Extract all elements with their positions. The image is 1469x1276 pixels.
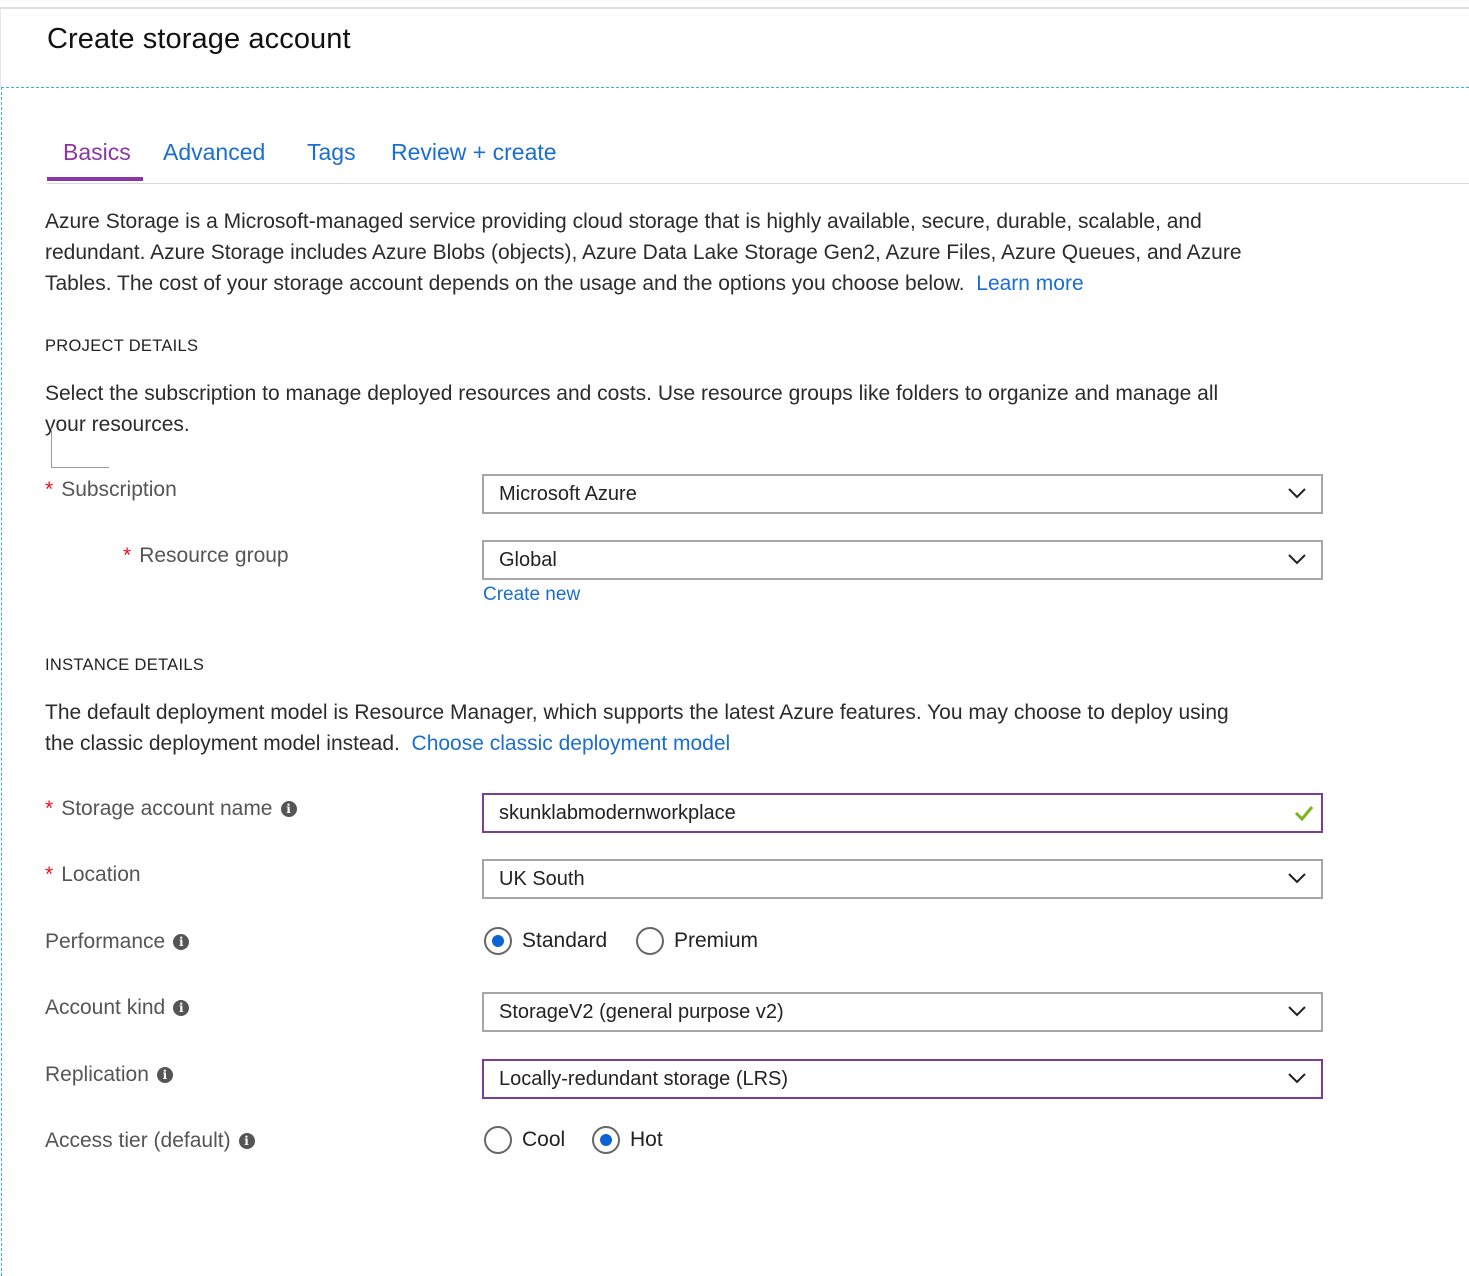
location-label: * Location [45, 863, 141, 887]
storage-account-name-input[interactable]: skunklabmodernworkplace [482, 793, 1323, 833]
info-icon[interactable]: i [280, 801, 297, 818]
blade-header: Create storage account [0, 9, 1469, 87]
instance-desc-line-1: The default deployment model is Resource… [45, 701, 1229, 724]
radio-checked-icon [592, 1126, 620, 1154]
radio-label: Standard [522, 929, 608, 952]
replication-value: Locally-redundant storage (LRS) [499, 1068, 789, 1090]
chevron-down-icon [1288, 873, 1306, 884]
info-icon[interactable]: i [173, 934, 190, 951]
radio-unchecked-icon [636, 927, 664, 955]
access-tier-hot-radio[interactable]: Hot [592, 1126, 663, 1154]
performance-premium-radio[interactable]: Premium [636, 927, 758, 955]
resource-group-label: * Resource group [123, 544, 289, 568]
subscription-label: * Subscription [45, 478, 177, 502]
resource-group-value: Global [499, 549, 557, 571]
intro-paragraph: Azure Storage is a Microsoft-managed ser… [45, 206, 1242, 299]
performance-label-text: Performance [45, 930, 166, 953]
subscription-label-text: Subscription [61, 478, 177, 501]
page-title: Create storage account [47, 23, 351, 55]
project-details-description: Select the subscription to manage deploy… [45, 378, 1218, 440]
create-new-resource-group-link[interactable]: Create new [483, 584, 580, 606]
checkmark-icon [1294, 806, 1314, 822]
tab-review-create[interactable]: Review + create [391, 139, 557, 176]
location-value: UK South [499, 868, 585, 890]
instance-desc-line-2-wrap: the classic deployment model instead. Ch… [45, 728, 1229, 759]
project-desc-line-2: your resources. [45, 413, 190, 436]
instance-details-description: The default deployment model is Resource… [45, 697, 1229, 759]
replication-label-text: Replication [45, 1063, 149, 1086]
project-details-heading: PROJECT DETAILS [45, 337, 199, 355]
performance-standard-radio[interactable]: Standard [484, 927, 607, 955]
tab-bar: Basics Advanced Tags Review + create [47, 139, 1469, 184]
radio-unchecked-icon [484, 1126, 512, 1154]
radio-label: Cool [522, 1128, 566, 1151]
instance-desc-line-2: the classic deployment model instead. [45, 732, 400, 755]
location-dropdown[interactable]: UK South [482, 859, 1323, 899]
resource-group-dropdown[interactable]: Global [482, 540, 1323, 580]
info-icon[interactable]: i [173, 1000, 190, 1017]
storage-account-name-value: skunklabmodernworkplace [499, 802, 736, 824]
chevron-down-icon [1288, 1006, 1306, 1017]
account-kind-value: StorageV2 (general purpose v2) [499, 1001, 784, 1023]
intro-line-3: Tables. The cost of your storage account… [45, 272, 965, 295]
instance-details-heading: INSTANCE DETAILS [45, 656, 205, 674]
replication-dropdown[interactable]: Locally-redundant storage (LRS) [482, 1059, 1323, 1099]
subscription-dropdown[interactable]: Microsoft Azure [482, 474, 1323, 514]
required-marker: * [123, 544, 132, 567]
required-marker: * [45, 478, 54, 501]
intro-line-1: Azure Storage is a Microsoft-managed ser… [45, 210, 1202, 233]
access-tier-label: Access tier (default) i [45, 1129, 255, 1153]
tab-tags[interactable]: Tags [307, 139, 356, 176]
access-tier-cool-radio[interactable]: Cool [484, 1126, 565, 1154]
required-marker: * [45, 797, 54, 820]
active-tab-indicator [47, 177, 143, 181]
radio-label: Hot [630, 1128, 663, 1151]
performance-label: Performance i [45, 930, 190, 954]
account-kind-label: Account kind i [45, 996, 190, 1020]
subscription-value: Microsoft Azure [499, 483, 637, 505]
radio-checked-icon [484, 927, 512, 955]
resource-group-label-text: Resource group [139, 544, 289, 567]
tree-connector [51, 428, 109, 468]
replication-label: Replication i [45, 1063, 173, 1087]
learn-more-link[interactable]: Learn more [976, 272, 1083, 295]
storage-account-name-label: * Storage account name i [45, 797, 297, 821]
info-icon[interactable]: i [156, 1067, 173, 1084]
location-label-text: Location [61, 863, 141, 886]
project-desc-line-1: Select the subscription to manage deploy… [45, 382, 1219, 405]
chevron-down-icon [1288, 488, 1306, 499]
intro-line-3-wrap: Tables. The cost of your storage account… [45, 268, 1242, 299]
intro-line-2: redundant. Azure Storage includes Azure … [45, 241, 1242, 264]
access-tier-label-text: Access tier (default) [45, 1129, 231, 1152]
required-marker: * [45, 863, 54, 886]
chevron-down-icon [1288, 1073, 1306, 1084]
chevron-down-icon [1288, 554, 1306, 565]
radio-label: Premium [674, 929, 759, 952]
account-kind-label-text: Account kind [45, 996, 166, 1019]
choose-classic-deployment-link[interactable]: Choose classic deployment model [412, 732, 731, 755]
tab-basics[interactable]: Basics [63, 139, 131, 176]
tab-advanced[interactable]: Advanced [163, 139, 265, 176]
storage-account-name-label-text: Storage account name [61, 797, 273, 820]
info-icon[interactable]: i [238, 1133, 255, 1150]
account-kind-dropdown[interactable]: StorageV2 (general purpose v2) [482, 992, 1323, 1032]
